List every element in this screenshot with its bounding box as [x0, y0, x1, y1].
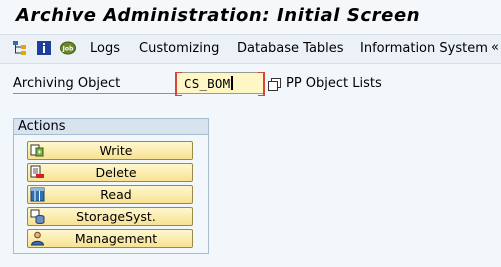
- actions-group: Actions Write Delete Read StorageSyst. M…: [13, 118, 209, 254]
- archiving-object-value: CS_BOM: [184, 76, 231, 91]
- label-underline: [13, 93, 181, 94]
- menu-logs[interactable]: Logs: [90, 41, 120, 56]
- storage-system-button-label: StorageSyst.: [76, 209, 156, 224]
- delete-icon: [30, 165, 44, 178]
- management-button[interactable]: Management: [27, 229, 193, 248]
- value-help-icon[interactable]: [268, 78, 281, 91]
- job-icon[interactable]: Job: [60, 40, 76, 56]
- focus-bracket-right: [258, 72, 265, 96]
- actions-group-title: Actions: [14, 119, 208, 135]
- archiving-object-description: PP Object Lists: [286, 76, 382, 91]
- archiving-object-label: Archiving Object: [13, 76, 121, 91]
- info-icon[interactable]: [36, 40, 52, 56]
- write-icon: [30, 144, 44, 157]
- archiving-object-input[interactable]: CS_BOM: [175, 72, 265, 96]
- structure-icon[interactable]: [12, 40, 28, 56]
- menu-customizing[interactable]: Customizing: [139, 41, 219, 56]
- application-toolbar: Job Logs Customizing Database Tables Inf…: [0, 34, 501, 64]
- text-caret: [231, 76, 234, 90]
- title-bar: Archive Administration: Initial Screen: [0, 0, 501, 34]
- page-title: Archive Administration: Initial Screen: [16, 5, 421, 26]
- delete-button[interactable]: Delete: [27, 163, 193, 182]
- delete-button-label: Delete: [95, 165, 137, 180]
- write-button[interactable]: Write: [27, 141, 193, 160]
- management-icon: [30, 231, 45, 246]
- storage-system-button[interactable]: StorageSyst.: [27, 207, 193, 226]
- menu-information-system[interactable]: Information System: [360, 41, 488, 56]
- read-button-label: Read: [100, 187, 132, 202]
- write-button-label: Write: [99, 143, 133, 158]
- management-button-label: Management: [74, 231, 158, 246]
- focus-bracket-left: [175, 72, 182, 96]
- menu-database-tables[interactable]: Database Tables: [237, 41, 344, 56]
- read-button[interactable]: Read: [27, 185, 193, 204]
- more-menu-chevron-icon[interactable]: «: [491, 40, 499, 55]
- read-icon: [30, 187, 45, 202]
- svg-text:Job: Job: [62, 46, 74, 53]
- storage-system-icon: [30, 209, 45, 224]
